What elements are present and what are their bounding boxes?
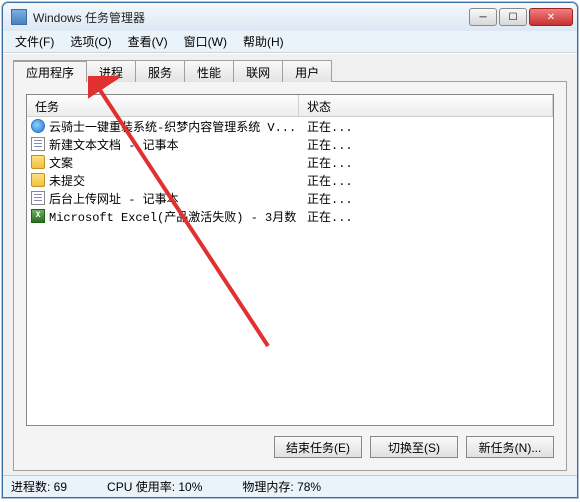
list-item[interactable]: 后台上传网址 - 记事本 正在... — [27, 189, 553, 207]
task-status: 正在... — [299, 118, 353, 135]
task-name: 云骑士一键重装系统-织梦内容管理系统 V... — [49, 118, 296, 135]
menu-window[interactable]: 窗口(W) — [178, 31, 233, 52]
app-item-icon — [31, 137, 45, 151]
menu-help[interactable]: 帮助(H) — [237, 31, 290, 52]
menubar: 文件(F) 选项(O) 查看(V) 窗口(W) 帮助(H) — [3, 31, 577, 53]
column-status[interactable]: 状态 — [299, 95, 553, 116]
app-item-icon — [31, 155, 45, 169]
list-item[interactable]: 云骑士一键重装系统-织梦内容管理系统 V...正在... — [27, 117, 553, 135]
tab-panel-applications: 任务 状态 云骑士一键重装系统-织梦内容管理系统 V...正在...新建文本文档… — [13, 81, 567, 471]
tab-strip: 应用程序 进程 服务 性能 联网 用户 — [13, 60, 567, 82]
statusbar: 进程数: 69 CPU 使用率: 10% 物理内存: 78% — [3, 475, 577, 497]
status-memory: 物理内存: 78% — [242, 478, 321, 495]
menu-options[interactable]: 选项(O) — [64, 31, 117, 52]
task-name: 后台上传网址 - 记事本 — [49, 190, 179, 207]
app-item-icon: X — [31, 209, 45, 223]
list-item[interactable]: 新建文本文档 - 记事本 正在... — [27, 135, 553, 153]
app-item-icon — [31, 173, 45, 187]
app-item-icon — [31, 119, 45, 133]
switch-to-button[interactable]: 切换至(S) — [370, 436, 458, 458]
task-status: 正在... — [299, 136, 353, 153]
task-list[interactable]: 任务 状态 云骑士一键重装系统-织梦内容管理系统 V...正在...新建文本文档… — [26, 94, 554, 426]
task-status: 正在... — [299, 190, 353, 207]
end-task-button[interactable]: 结束任务(E) — [274, 436, 362, 458]
task-name: 文案 — [49, 154, 73, 171]
maximize-button[interactable]: ☐ — [499, 8, 527, 26]
list-item[interactable]: 未提交 正在... — [27, 171, 553, 189]
list-item[interactable]: X Microsoft Excel(产品激活失败) - 3月数...正在... — [27, 207, 553, 225]
menu-view[interactable]: 查看(V) — [122, 31, 174, 52]
app-icon — [11, 9, 27, 25]
tab-processes[interactable]: 进程 — [86, 60, 136, 82]
window-title: Windows 任务管理器 — [33, 9, 469, 26]
tab-networking[interactable]: 联网 — [233, 60, 283, 82]
list-item[interactable]: 文案 正在... — [27, 153, 553, 171]
minimize-button[interactable]: ─ — [469, 8, 497, 26]
menu-file[interactable]: 文件(F) — [9, 31, 60, 52]
task-status: 正在... — [299, 208, 353, 225]
tab-performance[interactable]: 性能 — [184, 60, 234, 82]
task-status: 正在... — [299, 172, 353, 189]
list-body: 云骑士一键重装系统-织梦内容管理系统 V...正在...新建文本文档 - 记事本… — [27, 117, 553, 425]
tab-applications[interactable]: 应用程序 — [13, 60, 87, 82]
titlebar: Windows 任务管理器 ─ ☐ ✕ — [3, 3, 577, 31]
tab-users[interactable]: 用户 — [282, 60, 332, 82]
app-item-icon — [31, 191, 45, 205]
close-button[interactable]: ✕ — [529, 8, 573, 26]
status-processes: 进程数: 69 — [11, 478, 67, 495]
task-name: 未提交 — [49, 172, 85, 189]
status-cpu: CPU 使用率: 10% — [107, 478, 202, 495]
task-name: Microsoft Excel(产品激活失败) - 3月数... — [49, 208, 299, 225]
new-task-button[interactable]: 新任务(N)... — [466, 436, 554, 458]
task-name: 新建文本文档 - 记事本 — [49, 136, 179, 153]
list-header: 任务 状态 — [27, 95, 553, 117]
column-task[interactable]: 任务 — [27, 95, 299, 116]
task-status: 正在... — [299, 154, 353, 171]
tab-services[interactable]: 服务 — [135, 60, 185, 82]
